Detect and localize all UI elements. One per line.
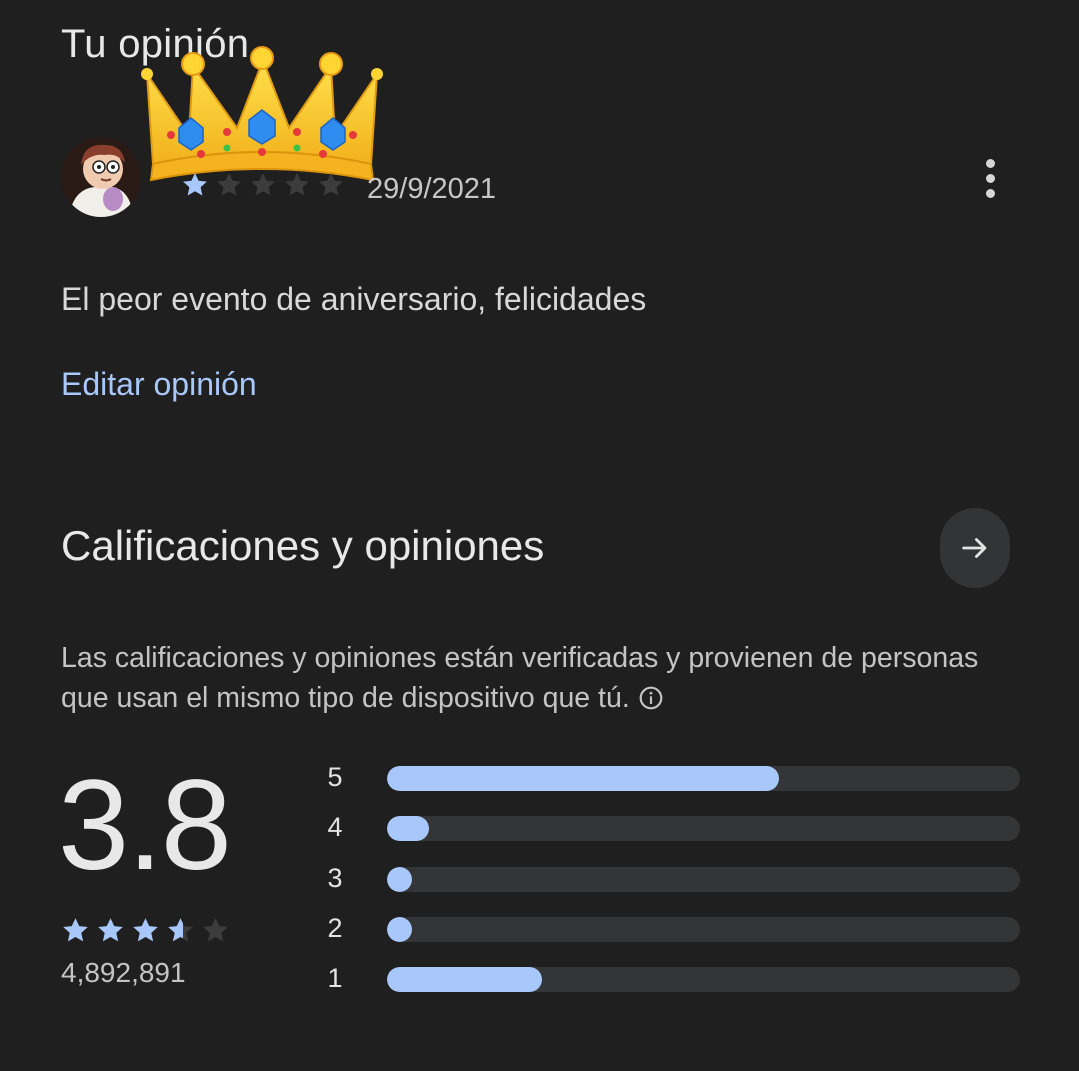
user-rating-star-icon	[316, 170, 346, 205]
edit-review-link[interactable]: Editar opinión	[61, 366, 257, 403]
distribution-label-2: 2	[327, 912, 343, 943]
average-rating-stars	[60, 915, 231, 951]
average-rating-star-icon	[95, 915, 126, 951]
avatar	[61, 137, 141, 217]
total-ratings-count: 4,892,891	[61, 957, 186, 988]
distribution-bar-2	[387, 916, 1020, 942]
crown-emoji	[141, 40, 383, 190]
distribution-bar-fill	[387, 916, 413, 942]
distribution-bar-fill	[387, 816, 429, 842]
verified-notice-text: Las calificaciones y opiniones están ver…	[61, 642, 979, 714]
distribution-label-3: 3	[327, 862, 343, 893]
average-rating-star-icon	[60, 915, 91, 951]
see-all-ratings-button[interactable]	[940, 508, 1010, 588]
distribution-label-1: 1	[327, 963, 343, 994]
ratings-section-title: Calificaciones y opiniones	[61, 522, 545, 569]
review-date: 29/9/2021	[367, 173, 497, 205]
distribution-bar-fill	[387, 766, 780, 791]
average-rating-star-icon	[130, 915, 161, 951]
average-rating: 3.8	[58, 754, 232, 897]
user-rating-star-icon	[214, 170, 244, 205]
user-rating-star-icon	[282, 170, 312, 205]
more-vert-icon	[985, 158, 995, 168]
distribution-bar-4	[387, 816, 1020, 842]
distribution-bar-3	[387, 866, 1020, 892]
user-rating-star-icon	[248, 170, 278, 205]
arrow-right-icon	[962, 538, 987, 558]
user-rating-star-icon	[180, 170, 210, 205]
average-rating-star-icon	[200, 915, 231, 951]
info-icon[interactable]	[638, 682, 664, 722]
user-rating-stars	[180, 170, 346, 205]
distribution-bar-5	[387, 766, 1020, 791]
distribution-bar-fill	[387, 866, 413, 892]
review-text: El peor evento de aniversario, felicidad…	[61, 281, 647, 317]
distribution-bar-fill	[387, 967, 543, 993]
average-rating-star-icon	[165, 915, 196, 951]
distribution-label-4: 4	[327, 812, 343, 843]
verified-notice: Las calificaciones y opiniones están ver…	[61, 638, 1001, 722]
distribution-label-5: 5	[327, 762, 343, 792]
distribution-bar-1	[387, 967, 1020, 993]
more-options-button[interactable]	[966, 152, 1014, 204]
